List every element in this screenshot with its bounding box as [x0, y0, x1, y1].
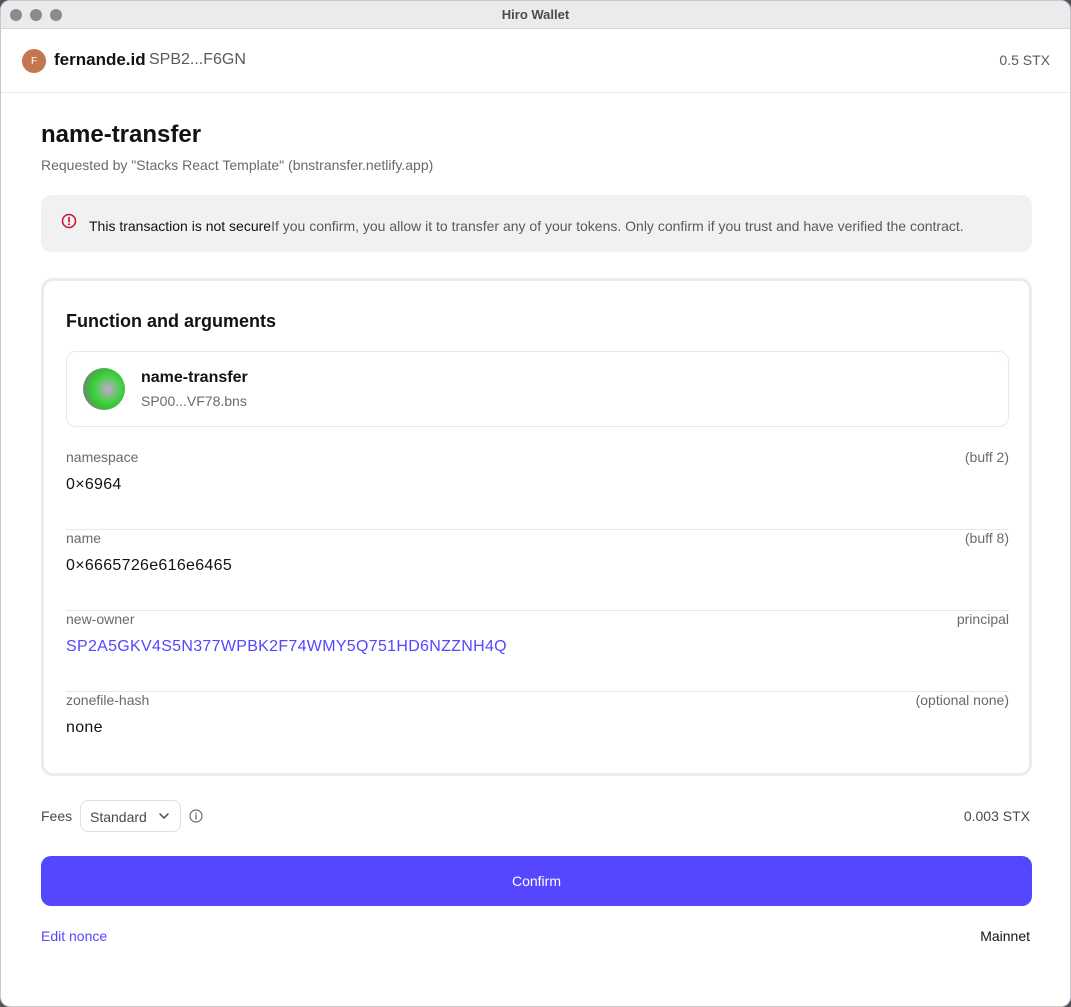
argument-row: new-owner principal SP2A5GKV4S5N377WPBK2…	[66, 611, 1009, 692]
warning-text: This transaction is not secureIf you con…	[89, 218, 964, 234]
function-arguments-card: Function and arguments name-transfer SP0…	[41, 278, 1032, 776]
network-label[interactable]: Mainnet	[980, 928, 1030, 944]
card-title: Function and arguments	[66, 311, 277, 331]
window-title: Hiro Wallet	[501, 7, 570, 22]
wallet-window: Hiro Wallet F fernande.id SPB2...F6GN 0.…	[0, 0, 1071, 1007]
argument-type: (buff 8)	[964, 530, 1009, 546]
contract-id: SP00...VF78.bns	[141, 393, 247, 409]
contract-function-name: name-transfer	[141, 369, 248, 386]
argument-value: none	[66, 719, 103, 736]
title-bar: Hiro Wallet	[1, 1, 1070, 29]
argument-type: (optional none)	[915, 692, 1009, 708]
edit-nonce-link[interactable]: Edit nonce	[41, 928, 107, 944]
argument-name: namespace	[66, 449, 139, 465]
info-icon[interactable]	[188, 808, 204, 824]
argument-name: name	[66, 530, 102, 546]
argument-value: 0×6964	[66, 476, 122, 493]
fee-level-select[interactable]: Standard	[80, 800, 181, 832]
warning-body: If you confirm, you allow it to transfer…	[271, 218, 964, 234]
argument-row: zonefile-hash (optional none) none	[66, 692, 1009, 773]
page-title: name-transfer	[41, 121, 202, 148]
argument-value: 0×6665726e616e6465	[66, 557, 233, 574]
security-warning-banner: This transaction is not secureIf you con…	[41, 195, 1032, 252]
chevron-down-icon	[159, 813, 169, 819]
alert-circle-icon	[61, 213, 77, 229]
argument-row: namespace (buff 2) 0×6964	[66, 449, 1009, 530]
account-header: F fernande.id SPB2...F6GN 0.5 STX	[1, 29, 1070, 93]
argument-name: zonefile-hash	[66, 692, 150, 708]
new-owner-address-link[interactable]: SP2A5GKV4S5N377WPBK2F74WMY5Q751HD6NZZNH4…	[66, 638, 507, 656]
fees-label: Fees	[41, 808, 73, 824]
account-address: SPB2...F6GN	[149, 51, 246, 68]
argument-name: new-owner	[66, 611, 135, 627]
avatar: F	[22, 49, 46, 73]
argument-type: (buff 2)	[964, 449, 1009, 465]
account-balance: 0.5 STX	[999, 52, 1050, 68]
fee-level-value: Standard	[90, 809, 147, 825]
argument-row: name (buff 8) 0×6665726e616e6465	[66, 530, 1009, 611]
argument-type: principal	[956, 611, 1009, 627]
warning-heading: This transaction is not secure	[89, 218, 272, 234]
confirm-button[interactable]: Confirm	[41, 856, 1032, 906]
contract-info[interactable]: name-transfer SP00...VF78.bns	[66, 351, 1009, 427]
account-name: fernande.id	[54, 50, 146, 69]
contract-logo	[83, 368, 125, 410]
fee-amount: 0.003 STX	[963, 808, 1030, 824]
requested-by-text: Requested by "Stacks React Template" (bn…	[41, 157, 434, 173]
